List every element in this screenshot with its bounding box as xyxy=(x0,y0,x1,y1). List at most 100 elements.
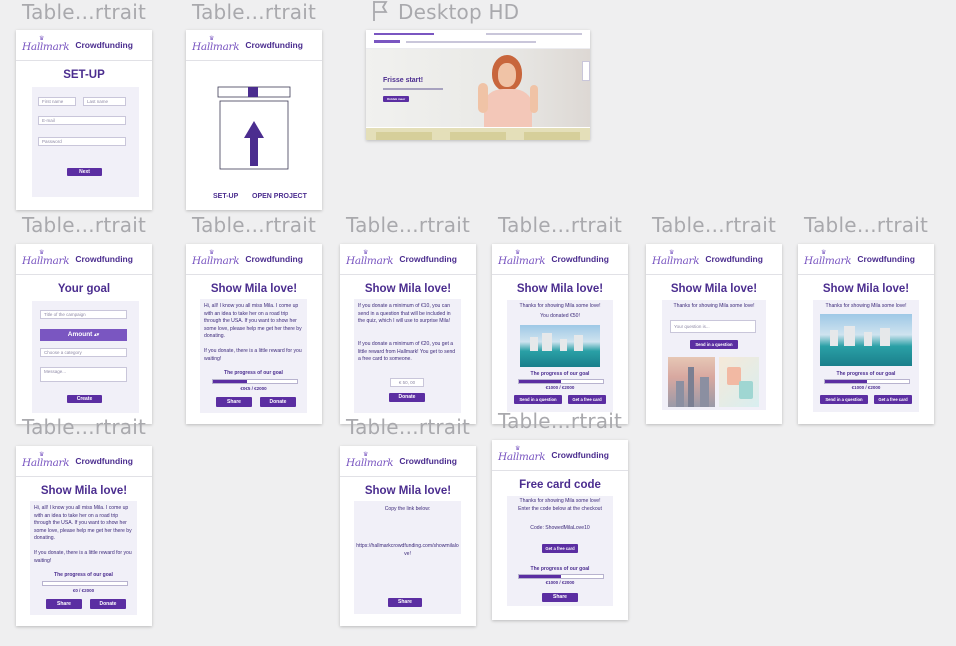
page-title: Free card code xyxy=(519,479,601,491)
frame-label: Table…rtrait xyxy=(804,213,929,237)
question-reward-text: If you donate a minimum of €10, you can … xyxy=(358,303,451,325)
progress-amount: €0€5 / €2000 xyxy=(240,386,267,391)
artboard-share-link[interactable]: ♛ Hallmark Crowdfunding Show Mila love! C… xyxy=(340,446,476,626)
artboard-start[interactable]: ♛ Hallmark Crowdfunding SET-UP OPEN PROJE… xyxy=(186,30,322,210)
artboard-show-love-empty[interactable]: ♛ Hallmark Crowdfunding Show Mila love! H… xyxy=(16,446,152,626)
progress-amount: €1000 / €2000 xyxy=(545,580,575,585)
setup-link[interactable]: SET-UP xyxy=(213,193,238,200)
thanks-text: Thanks for showing Mila some love! xyxy=(519,498,601,504)
donate-button[interactable]: Donate xyxy=(389,393,425,402)
progress-label: The progress of our goal xyxy=(836,371,896,377)
progress-label: The progress of our goal xyxy=(54,572,113,578)
progress-bar xyxy=(824,379,910,384)
get-free-card-button[interactable]: Get a free card xyxy=(542,544,578,553)
artboard-thanks-donated[interactable]: ♛ Hallmark Crowdfunding Show Mila love! T… xyxy=(492,244,628,424)
page-title: Show Mila love! xyxy=(364,283,452,295)
progress-label: The progress of our goal xyxy=(530,566,590,572)
page-title: Show Mila love! xyxy=(516,283,604,295)
artboard-free-card[interactable]: ♛ Hallmark Crowdfunding Free card code Th… xyxy=(492,440,628,620)
artboard-goal[interactable]: ♛ Hallmark Crowdfunding Your goal Title o… xyxy=(16,244,152,424)
hallmark-logo: ♛ Hallmark xyxy=(192,35,240,53)
frame-label: Table…rtrait xyxy=(498,213,623,237)
progress-fill xyxy=(519,575,561,578)
email-input[interactable]: E-mail xyxy=(38,116,126,125)
create-button[interactable]: Create xyxy=(67,395,102,403)
donate-button[interactable]: Donate xyxy=(260,397,296,407)
share-button[interactable]: Share xyxy=(542,593,578,602)
city-beach-photo xyxy=(820,314,912,366)
page-title: Your goal xyxy=(57,283,111,295)
intro-text: Hi, all! I know you all miss Mila. I com… xyxy=(34,505,132,542)
hallmark-logo: ♛ Hallmark xyxy=(22,451,70,469)
free-card-button[interactable]: Get a free card xyxy=(568,395,606,404)
password-input[interactable]: Password xyxy=(38,137,126,146)
cards-photo xyxy=(719,357,759,407)
hero-person xyxy=(478,51,538,127)
coupon-code: Code: ShowedMilaLove10 xyxy=(530,525,590,531)
send-question-button[interactable]: Send in a question xyxy=(514,395,562,404)
hallmark-logo: ♛ Hallmark xyxy=(804,249,852,267)
frame-label: Table…rtrait xyxy=(346,415,471,439)
hero-button[interactable]: Ontdek meer xyxy=(383,96,409,102)
header: ♛ Hallmark Crowdfunding xyxy=(186,244,322,275)
progress-fill xyxy=(519,380,561,383)
stepper-icon: ▴▾ xyxy=(94,332,100,338)
progress-fill xyxy=(213,380,247,383)
header: ♛ Hallmark Crowdfunding xyxy=(16,446,152,477)
header: ♛ Hallmark Crowdfunding xyxy=(492,440,628,471)
campaign-title-input[interactable]: Title of the campaign xyxy=(40,310,127,319)
page-title: Show Mila love! xyxy=(822,283,910,295)
hallmark-logo: ♛ Hallmark xyxy=(498,445,546,463)
open-project-link[interactable]: OPEN PROJECT xyxy=(252,193,307,200)
donation-amount-input[interactable]: € 50, 00 xyxy=(390,378,424,387)
thanks-text: Thanks for showing Mila some love! xyxy=(673,303,755,309)
next-button[interactable]: Next xyxy=(67,168,102,176)
hallmark-logo: ♛ Hallmark xyxy=(346,249,394,267)
message-textarea[interactable]: Message... xyxy=(40,367,127,382)
artboard-question[interactable]: ♛ Hallmark Crowdfunding Show Mila love! T… xyxy=(646,244,782,424)
amount-stepper[interactable]: Amount ▴▾ xyxy=(40,329,127,341)
header: ♛ Hallmark Crowdfunding xyxy=(798,244,934,275)
page-title: SET-UP xyxy=(63,69,105,81)
header: ♛ Hallmark Crowdfunding xyxy=(340,244,476,275)
share-url[interactable]: https://hallmarkcrowdfunding.com/showmil… xyxy=(356,543,459,558)
thanks-text: Thanks for showing Mila some love! xyxy=(519,303,601,309)
thanks-text: Thanks for showing Mila some love! xyxy=(825,303,907,309)
artboard-setup[interactable]: ♛ Hallmark Crowdfunding SET-UP First name… xyxy=(16,30,152,210)
header: ♛ Hallmark Crowdfunding xyxy=(16,244,152,275)
reward-text: If you donate, there is a little reward … xyxy=(34,550,132,564)
send-question-button[interactable]: Send in a question xyxy=(690,340,738,349)
progress-amount: €0 / €2000 xyxy=(72,588,95,593)
artboard-donate-info[interactable]: ♛ Hallmark Crowdfunding Show Mila love! I… xyxy=(340,244,476,424)
share-button[interactable]: Share xyxy=(216,397,252,407)
share-button[interactable]: Share xyxy=(388,598,422,607)
checkout-instruction: Enter the code below at the checkout xyxy=(518,506,602,512)
question-input[interactable]: Your question is... xyxy=(670,320,756,333)
card-reward-text: If you donate a minimum of €20, you get … xyxy=(358,341,456,363)
desktop-hero: Frisse start! Ontdek meer xyxy=(366,49,590,127)
frame-label: Table…rtrait xyxy=(22,415,147,439)
last-name-input[interactable]: Last name xyxy=(83,97,126,106)
page-title: Show Mila love! xyxy=(670,283,758,295)
progress-amount: €1000 / €2000 xyxy=(545,385,575,390)
first-name-input[interactable]: First name xyxy=(38,97,76,106)
frame-label: Table…rtrait xyxy=(346,213,471,237)
header: ♛ Hallmark Crowdfunding xyxy=(492,244,628,275)
city-photo xyxy=(668,357,715,407)
category-select[interactable]: Choose a category xyxy=(40,348,127,357)
free-card-button[interactable]: Get a free card xyxy=(874,395,912,404)
reward-text: If you donate, there is a little reward … xyxy=(204,348,302,362)
send-question-button[interactable]: Send in a question xyxy=(820,395,868,404)
hallmark-logo: ♛ Hallmark xyxy=(346,451,394,469)
frame-label-desktop: Desktop HD xyxy=(372,0,519,24)
artboard-desktop-hd[interactable]: Frisse start! Ontdek meer xyxy=(366,30,590,140)
artboard-thanks[interactable]: ♛ Hallmark Crowdfunding Show Mila love! T… xyxy=(798,244,934,424)
header: ♛ Hallmark Crowdfunding xyxy=(340,446,476,477)
artboard-show-love[interactable]: ♛ Hallmark Crowdfunding Show Mila love! H… xyxy=(186,244,322,424)
frame-label: Table…rtrait xyxy=(652,213,777,237)
hallmark-logo: ♛ Hallmark xyxy=(22,35,70,53)
donate-button[interactable]: Donate xyxy=(90,599,126,609)
share-button[interactable]: Share xyxy=(46,599,82,609)
page-title: Show Mila love! xyxy=(40,485,128,497)
progress-amount: €1000 / €2000 xyxy=(851,385,881,390)
